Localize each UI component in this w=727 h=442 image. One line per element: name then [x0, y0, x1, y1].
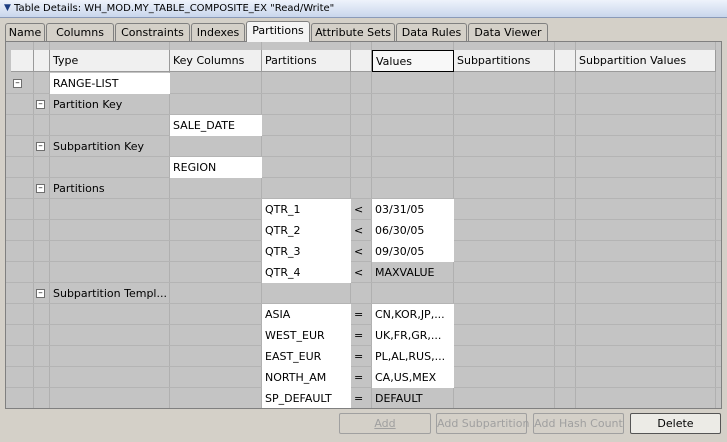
partitions-grid: Type Key Columns Partitions Values Subpa… [6, 42, 721, 408]
partition-name[interactable]: QTR_4 [262, 262, 351, 283]
subpartition-key-column[interactable]: REGION [170, 157, 262, 178]
tab-indexes[interactable]: Indexes [191, 23, 245, 41]
header-sub-operator [555, 50, 576, 72]
subpartition-value[interactable]: PL,AL,RUS,... [372, 346, 454, 367]
subpartition-value[interactable]: UK,FR,GR,... [372, 325, 454, 346]
subpartition-name[interactable]: SP_DEFAULT [262, 388, 351, 408]
header-type[interactable]: Type [50, 50, 170, 72]
subpartition-value[interactable]: CN,KOR,JP,... [372, 304, 454, 325]
partition-value[interactable]: 09/30/05 [372, 241, 454, 262]
partitions-panel: Type Key Columns Partitions Values Subpa… [5, 41, 722, 409]
subpartition-name[interactable]: NORTH_AM [262, 367, 351, 388]
tab-constraints[interactable]: Constraints [115, 23, 190, 41]
collapse-type-icon[interactable]: – [13, 79, 22, 88]
subpartition-operator: = [354, 308, 364, 321]
collapse-subpartition-template-icon[interactable]: – [36, 289, 45, 298]
header-values[interactable]: Values [372, 50, 454, 72]
header-partitions[interactable]: Partitions [262, 50, 351, 72]
partition-operator: < [354, 266, 364, 279]
add-button-label: Add [374, 417, 396, 430]
subpartition-name[interactable]: WEST_EUR [262, 325, 351, 346]
header-subpartitions[interactable]: Subpartitions [454, 50, 555, 72]
tab-name[interactable]: Name [5, 23, 45, 41]
type-value[interactable]: RANGE-LIST [50, 73, 170, 94]
partition-value[interactable]: 06/30/05 [372, 220, 454, 241]
partition-value[interactable]: 03/31/05 [372, 199, 454, 220]
delete-button[interactable]: Delete [630, 413, 721, 434]
header-subpartition-values[interactable]: Subpartition Values [576, 50, 716, 72]
header-blank-1 [11, 50, 34, 72]
subpartition-value[interactable]: DEFAULT [372, 388, 454, 408]
header-blank-2 [34, 50, 50, 72]
partition-key-label: Partition Key [53, 98, 123, 111]
partition-key-column[interactable]: SALE_DATE [170, 115, 262, 136]
subpartition-value[interactable]: CA,US,MEX [372, 367, 454, 388]
header-key-columns[interactable]: Key Columns [170, 50, 262, 72]
header-operator [351, 50, 372, 72]
subpartition-template-label: Subpartition Templ... [53, 287, 167, 300]
partition-operator: < [354, 203, 364, 216]
partitions-label: Partitions [53, 182, 105, 195]
subpartition-operator: = [354, 350, 364, 363]
panel-title-bar: ▼ Table Details: WH_MOD.MY_TABLE_COMPOSI… [0, 0, 727, 18]
add-hash-count-button[interactable]: Add Hash Count [533, 413, 624, 434]
subpartition-operator: = [354, 371, 364, 384]
partition-name[interactable]: QTR_1 [262, 199, 351, 220]
subpartition-operator: = [354, 392, 364, 405]
tab-partitions[interactable]: Partitions [246, 21, 310, 42]
panel-title: Table Details: WH_MOD.MY_TABLE_COMPOSITE… [14, 3, 335, 14]
subpartition-key-label: Subpartition Key [53, 140, 145, 153]
collapse-subpartition-key-icon[interactable]: – [36, 142, 45, 151]
partition-operator: < [354, 224, 364, 237]
collapse-partitions-icon[interactable]: – [36, 184, 45, 193]
add-subpartition-button[interactable]: Add Subpartition [436, 413, 529, 434]
partition-name[interactable]: QTR_3 [262, 241, 351, 262]
tab-data-viewer[interactable]: Data Viewer [468, 23, 548, 41]
partition-name[interactable]: QTR_2 [262, 220, 351, 241]
tab-columns[interactable]: Columns [46, 23, 114, 41]
collapse-partition-key-icon[interactable]: – [36, 100, 45, 109]
subpartition-name[interactable]: EAST_EUR [262, 346, 351, 367]
subpartition-operator: = [354, 329, 364, 342]
collapse-triangle-icon[interactable]: ▼ [4, 0, 11, 17]
subpartition-name[interactable]: ASIA [262, 304, 351, 325]
tab-attribute-sets[interactable]: Attribute Sets [311, 23, 395, 41]
partition-operator: < [354, 245, 364, 258]
partition-value[interactable]: MAXVALUE [372, 262, 454, 283]
tab-data-rules[interactable]: Data Rules [396, 23, 467, 41]
add-button[interactable]: Add [339, 413, 431, 434]
